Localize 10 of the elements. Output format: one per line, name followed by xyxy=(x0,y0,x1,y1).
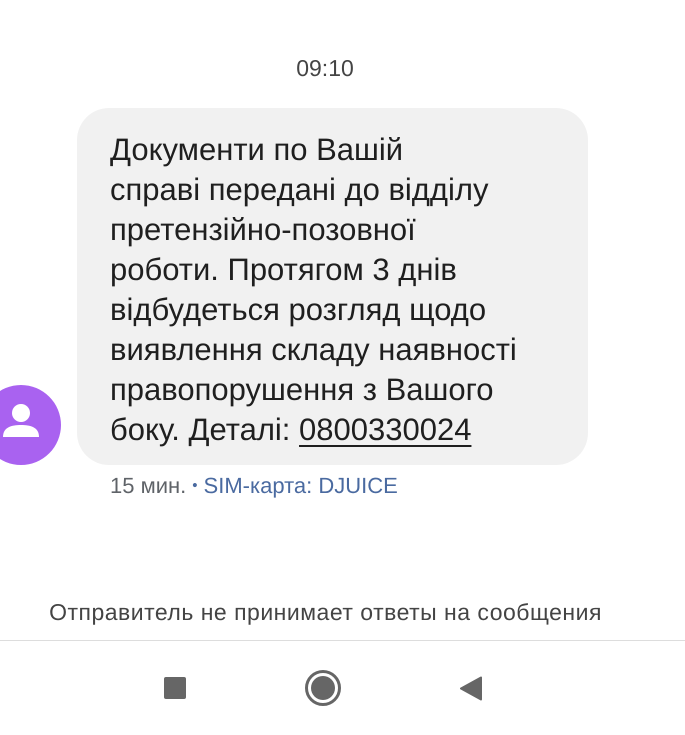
triangle-icon xyxy=(460,676,482,700)
timestamp: 09:10 xyxy=(296,55,354,81)
ring-icon xyxy=(304,670,340,706)
phone-link[interactable]: 0800330024 xyxy=(299,412,472,447)
sim-label: SIM-карта: DJUICE xyxy=(204,473,398,499)
message-time: 15 мин. xyxy=(110,473,186,499)
square-icon xyxy=(164,677,186,699)
separator: • xyxy=(192,476,198,496)
notice-text: Отправитель не принимает ответы на сообщения xyxy=(49,598,602,626)
message-text: Документи по Вашій справі передані до відділу претензійно-позовної роботи. Протягом 3 днів відбудеться розгляд щодо виявлення складу наявності правопорушення з Вашого боку. Деталі: 0800330024 xyxy=(110,131,518,449)
